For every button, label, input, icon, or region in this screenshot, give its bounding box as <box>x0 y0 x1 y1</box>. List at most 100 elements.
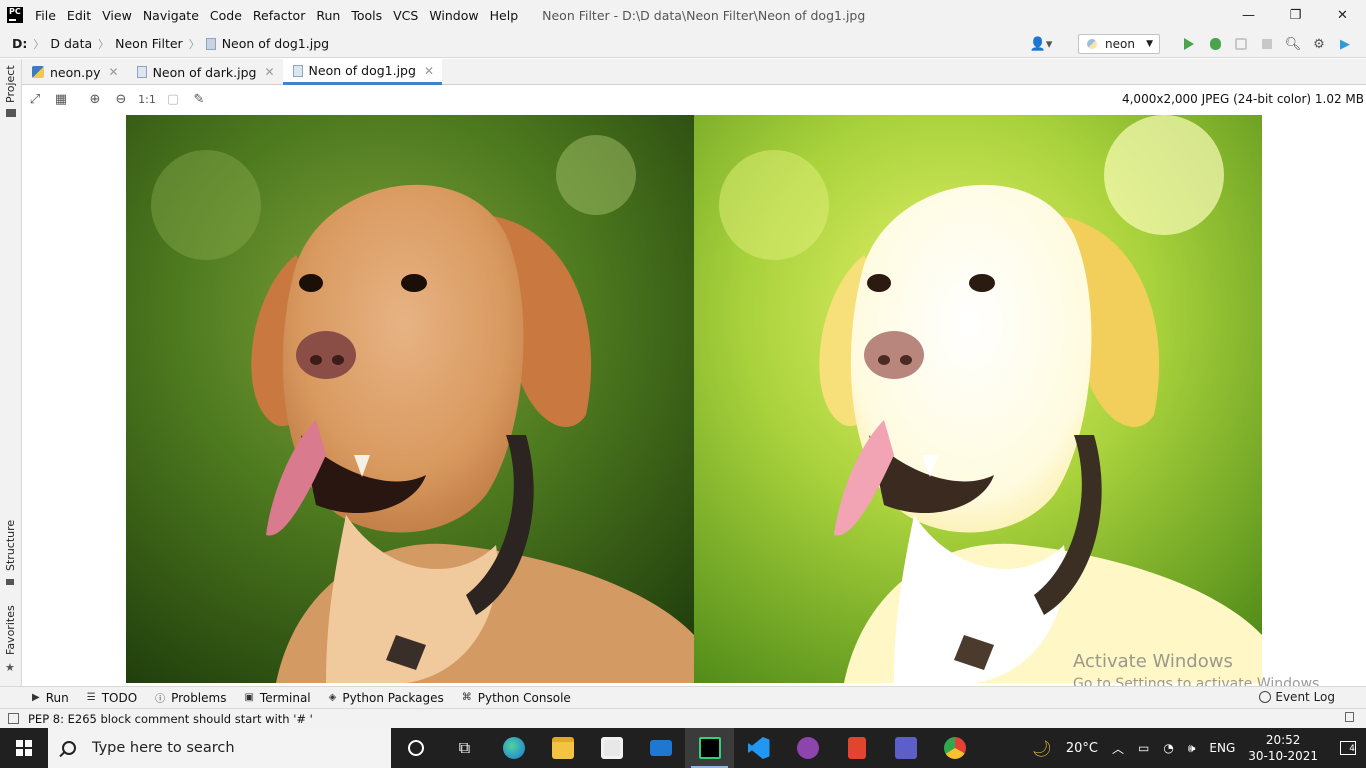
code-with-me-icon[interactable]: ▶ <box>1332 34 1358 54</box>
cortana-button[interactable] <box>391 728 440 768</box>
star-icon: ★ <box>5 661 15 674</box>
start-button[interactable] <box>0 728 48 768</box>
close-tab-icon[interactable]: ✕ <box>109 65 119 79</box>
menu-refactor[interactable]: Refactor <box>253 8 305 23</box>
weather-moon-icon[interactable]: 🌙︎ <box>1032 739 1052 758</box>
tab-neon-py[interactable]: neon.py ✕ <box>22 59 127 85</box>
menu-run[interactable]: Run <box>316 8 340 23</box>
image-info: 4,000x2,000 JPEG (24-bit color) 1.02 MB <box>1121 92 1364 106</box>
pycharm-taskbar-app[interactable] <box>685 728 734 768</box>
office-taskbar-app[interactable] <box>832 728 881 768</box>
wifi-icon[interactable]: ◔ <box>1163 741 1173 755</box>
mail-taskbar-app[interactable] <box>636 728 685 768</box>
tab-label: Neon of dark.jpg <box>152 64 257 80</box>
chrome-taskbar-app[interactable] <box>930 728 979 768</box>
terminal-tool-button[interactable]: ▣ Terminal <box>244 691 310 705</box>
breadcrumb-file[interactable]: Neon of dog1.jpg <box>222 36 329 51</box>
structure-tool-button[interactable]: Structure <box>4 520 17 571</box>
github-icon <box>796 737 819 759</box>
close-tab-icon[interactable]: ✕ <box>264 65 274 79</box>
teams-icon <box>894 737 917 759</box>
debug-button[interactable] <box>1202 34 1228 54</box>
menu-vcs[interactable]: VCS <box>393 8 418 23</box>
grid-icon[interactable]: ▦ <box>48 87 74 111</box>
clock[interactable]: 20:52 30-10-2021 <box>1248 732 1318 764</box>
minimize-button[interactable]: — <box>1225 0 1272 30</box>
breadcrumb-separator-icon: 〉 <box>33 37 45 51</box>
menu-window[interactable]: Window <box>429 8 478 23</box>
lock-icon[interactable] <box>1345 712 1354 722</box>
tool-windows-toggle-icon[interactable] <box>8 713 19 724</box>
notifications-button[interactable]: 4 <box>1330 741 1366 755</box>
python-icon <box>1087 39 1097 49</box>
stop-button[interactable] <box>1254 34 1280 54</box>
pycharm-logo-icon[interactable]: PC <box>7 7 23 23</box>
favorites-tool-button[interactable]: Favorites <box>4 605 17 655</box>
project-tool-button[interactable]: Project <box>4 65 17 103</box>
zoom-out-icon[interactable]: ⊖ <box>108 87 134 111</box>
store-taskbar-app[interactable] <box>587 728 636 768</box>
bug-icon <box>1209 38 1221 50</box>
search-everywhere-button[interactable]: 🔍︎ <box>1280 34 1306 54</box>
breadcrumb-folder-ddata[interactable]: D data <box>50 36 92 51</box>
breadcrumb-separator-icon: 〉 <box>188 37 200 51</box>
fit-window-icon[interactable]: ▢ <box>160 87 186 111</box>
breadcrumb-drive[interactable]: D: <box>12 36 27 51</box>
restore-button[interactable]: ❐ <box>1272 0 1319 30</box>
input-language[interactable]: ENG <box>1209 741 1235 755</box>
coverage-button[interactable] <box>1228 34 1254 54</box>
taskbar-search-box[interactable]: Type here to search <box>48 728 391 768</box>
run-button[interactable] <box>1176 34 1202 54</box>
event-log-icon <box>1259 691 1272 703</box>
teams-taskbar-app[interactable] <box>881 728 930 768</box>
breadcrumb-separator-icon: 〉 <box>98 37 110 51</box>
clock-time: 20:52 <box>1265 733 1301 747</box>
menu-view[interactable]: View <box>102 8 132 23</box>
settings-gear-icon[interactable]: ⚙ <box>1306 34 1332 54</box>
todo-tool-button[interactable]: ☰ TODO <box>87 691 137 705</box>
tab-neon-of-dark[interactable]: Neon of dark.jpg ✕ <box>127 59 283 85</box>
mail-envelope-icon <box>649 740 672 756</box>
file-explorer-taskbar-app[interactable] <box>538 728 587 768</box>
menu-navigate[interactable]: Navigate <box>143 8 199 23</box>
close-tab-icon[interactable]: ✕ <box>424 64 434 78</box>
menu-file[interactable]: File <box>35 8 56 23</box>
run-configuration-name: neon <box>1105 37 1135 51</box>
battery-icon[interactable]: ▭ <box>1138 741 1149 755</box>
zoom-in-icon[interactable]: ⊕ <box>82 87 108 111</box>
run-tool-button[interactable]: ▶ Run <box>32 691 69 705</box>
python-packages-tool-button[interactable]: ◈ Python Packages <box>329 691 444 705</box>
color-picker-icon[interactable]: ✎ <box>186 87 212 111</box>
github-desktop-taskbar-app[interactable] <box>783 728 832 768</box>
user-icon[interactable]: 👤▾ <box>1028 34 1054 54</box>
layers-icon: ◈ <box>328 692 337 703</box>
problems-tool-button[interactable]: ⓘ Problems <box>155 690 226 706</box>
tool-window-bar: ▶ Run ☰ TODO ⓘ Problems ▣ Terminal ◈ Python P… <box>0 686 1366 708</box>
show-hidden-icons-chevron-icon[interactable]: ︿ <box>1112 740 1124 757</box>
status-bar: PEP 8: E265 block comment should start w… <box>0 708 1366 728</box>
play-icon: ▶ <box>32 692 40 703</box>
menu-tools[interactable]: Tools <box>351 8 382 23</box>
close-button[interactable]: ✕ <box>1319 0 1366 30</box>
volume-icon[interactable]: 🕪︎ <box>1188 741 1196 756</box>
menu-code[interactable]: Code <box>210 8 242 23</box>
left-tool-strip: Project Structure Favorites ★ <box>0 59 22 686</box>
stop-icon <box>1262 39 1272 49</box>
vscode-taskbar-app[interactable] <box>734 728 783 768</box>
menu-edit[interactable]: Edit <box>67 8 91 23</box>
image-viewer-toolbar: ⤢ ▦ ⊕ ⊖ 1:1 ▢ ✎ 4,000x2,000 JPEG (24-bit… <box>22 86 1366 112</box>
breadcrumb-folder-neon-filter[interactable]: Neon Filter <box>115 36 183 51</box>
python-console-tool-button[interactable]: ⌘ Python Console <box>462 691 571 705</box>
title-bar: PC File Edit View Navigate Code Refactor… <box>0 0 1366 30</box>
weather-temperature[interactable]: 20°C <box>1066 741 1098 756</box>
actual-size-button[interactable]: 1:1 <box>134 87 160 111</box>
image-canvas[interactable] <box>22 112 1366 686</box>
menu-help[interactable]: Help <box>490 8 519 23</box>
edge-taskbar-app[interactable] <box>489 728 538 768</box>
todo-tool-label: TODO <box>101 690 138 705</box>
tab-neon-of-dog1[interactable]: Neon of dog1.jpg ✕ <box>282 59 442 85</box>
task-view-button[interactable]: ⧉ <box>440 728 489 768</box>
fit-zoom-icon[interactable]: ⤢ <box>22 87 48 111</box>
run-configuration-select[interactable]: neon ▼ <box>1078 34 1160 54</box>
event-log-button[interactable]: Event Log <box>1259 690 1335 704</box>
